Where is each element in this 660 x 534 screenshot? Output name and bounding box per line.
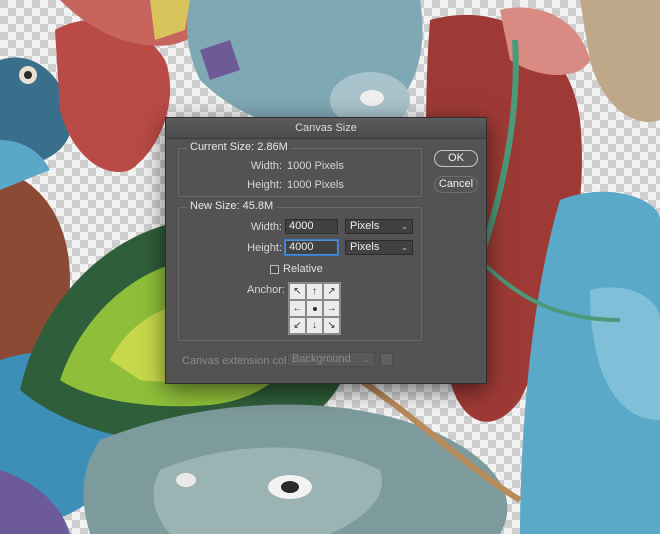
anchor-bottom-left[interactable]: ↙ — [289, 317, 306, 334]
current-width-label: Width: — [250, 160, 282, 172]
width-unit-select[interactable]: Pixels ⌄ — [345, 219, 413, 234]
relative-checkbox[interactable] — [270, 265, 279, 274]
current-size-heading: Current Size: 2.86M — [187, 141, 291, 153]
ok-button[interactable]: OK — [434, 150, 478, 167]
new-height-label: Height: — [247, 242, 282, 254]
arrow-down-right-icon: ↘ — [327, 319, 336, 331]
height-unit-select[interactable]: Pixels ⌄ — [345, 240, 413, 255]
arrow-up-icon: ↑ — [312, 285, 317, 297]
height-input[interactable]: 4000 — [285, 240, 338, 255]
anchor-center[interactable] — [306, 300, 323, 317]
anchor-label: Anchor: — [247, 284, 285, 296]
width-unit-value: Pixels — [350, 220, 380, 232]
relative-label[interactable]: Relative — [283, 263, 323, 275]
arrow-left-icon: ← — [292, 302, 303, 314]
extension-color-select[interactable]: Background ⌄ — [287, 352, 375, 367]
new-size-heading: New Size: 45.8M — [187, 200, 277, 212]
arrow-down-left-icon: ↙ — [293, 319, 302, 331]
arrow-up-right-icon: ↗ — [327, 285, 336, 297]
current-height-value: 1000 Pixels — [287, 179, 344, 191]
anchor-dot-icon — [312, 306, 317, 311]
chevron-down-icon: ⌄ — [401, 222, 408, 231]
anchor-middle-left[interactable]: ← — [289, 300, 306, 317]
current-size-group: Current Size: 2.86M Width: 1000 Pixels H… — [178, 141, 422, 197]
width-input[interactable]: 4000 — [285, 219, 338, 234]
anchor-bottom-center[interactable]: ↓ — [306, 317, 323, 334]
new-width-label: Width: — [250, 221, 282, 233]
anchor-top-right[interactable]: ↗ — [323, 283, 340, 300]
current-width-value: 1000 Pixels — [287, 160, 344, 172]
cancel-button[interactable]: Cancel — [434, 176, 478, 193]
current-height-label: Height: — [247, 179, 282, 191]
arrow-right-icon: → — [326, 302, 337, 314]
arrow-up-left-icon: ↖ — [293, 285, 302, 297]
dialog-title[interactable]: Canvas Size — [166, 118, 486, 139]
extension-color-label: Canvas extension color: — [182, 355, 300, 367]
anchor-top-center[interactable]: ↑ — [306, 283, 323, 300]
chevron-down-icon: ⌄ — [363, 355, 370, 364]
anchor-grid: ↖ ↑ ↗ ← → ↙ ↓ ↘ — [288, 282, 341, 335]
arrow-down-icon: ↓ — [312, 319, 317, 331]
canvas-size-dialog: Canvas Size Current Size: 2.86M Width: 1… — [165, 117, 487, 384]
anchor-middle-right[interactable]: → — [323, 300, 340, 317]
anchor-top-left[interactable]: ↖ — [289, 283, 306, 300]
extension-color-swatch[interactable] — [380, 353, 393, 366]
extension-color-value: Background — [292, 353, 351, 365]
anchor-bottom-right[interactable]: ↘ — [323, 317, 340, 334]
height-unit-value: Pixels — [350, 241, 380, 253]
chevron-down-icon: ⌄ — [401, 243, 408, 252]
